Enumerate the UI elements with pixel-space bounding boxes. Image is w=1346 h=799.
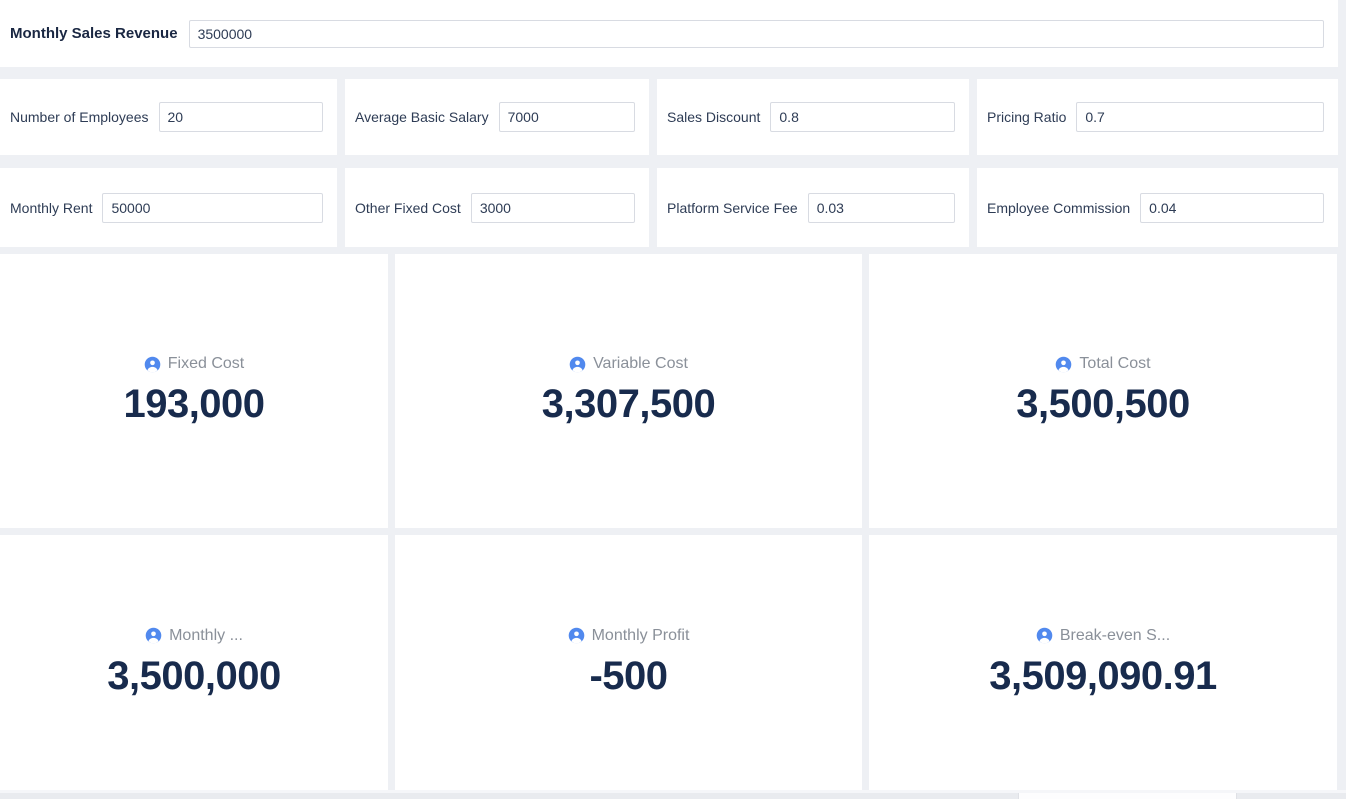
number-of-employees-label: Number of Employees (10, 109, 149, 125)
metric-head: Monthly Profit (568, 627, 690, 645)
user-icon (1036, 627, 1053, 644)
metric-head: Variable Cost (569, 355, 688, 373)
pricing-ratio-input[interactable] (1076, 102, 1324, 132)
variable-cost-metric-card: Variable Cost 3,307,500 (395, 254, 862, 528)
pricing-ratio-label: Pricing Ratio (987, 109, 1066, 125)
input-row-2: Monthly Rent Other Fixed Cost Platform S… (0, 168, 1346, 247)
number-of-employees-card: Number of Employees (0, 79, 337, 155)
metric-row-2: Monthly ... 3,500,000 Monthly Profit -50… (0, 535, 1346, 790)
monthly-rent-label: Monthly Rent (10, 200, 92, 216)
platform-service-fee-card: Platform Service Fee (657, 168, 969, 247)
monthly-sales-metric-card: Monthly ... 3,500,000 (0, 535, 388, 790)
metric-head: Monthly ... (145, 627, 243, 645)
metric-value: 3,500,000 (107, 654, 280, 699)
metric-title: Variable Cost (593, 355, 688, 373)
average-basic-salary-input[interactable] (499, 102, 635, 132)
metric-row-1: Fixed Cost 193,000 Variable Cost 3,307,5… (0, 254, 1346, 528)
user-icon (144, 356, 161, 373)
user-icon (569, 356, 586, 373)
user-icon (1055, 356, 1072, 373)
bottom-strip (0, 790, 1346, 799)
other-fixed-cost-card: Other Fixed Cost (345, 168, 649, 247)
total-cost-metric-card: Total Cost 3,500,500 (869, 254, 1337, 528)
fixed-cost-metric-card: Fixed Cost 193,000 (0, 254, 388, 528)
other-fixed-cost-label: Other Fixed Cost (355, 200, 461, 216)
metric-value: 193,000 (123, 382, 264, 427)
metric-value: 3,307,500 (542, 382, 715, 427)
metric-title: Total Cost (1079, 355, 1150, 373)
sales-discount-label: Sales Discount (667, 109, 760, 125)
other-fixed-cost-input[interactable] (471, 193, 635, 223)
monthly-rent-input[interactable] (102, 193, 323, 223)
horizontal-scrollbar-track[interactable] (0, 793, 1346, 799)
horizontal-scrollbar-thumb[interactable] (1018, 793, 1237, 799)
user-icon (568, 627, 585, 644)
metric-value: 3,500,500 (1016, 382, 1189, 427)
employee-commission-card: Employee Commission (977, 168, 1338, 247)
monthly-rent-card: Monthly Rent (0, 168, 337, 247)
metric-title: Monthly Profit (592, 627, 690, 645)
metric-head: Break-even S... (1036, 627, 1170, 645)
metric-head: Fixed Cost (144, 355, 244, 373)
sales-discount-card: Sales Discount (657, 79, 969, 155)
monthly-sales-revenue-label: Monthly Sales Revenue (10, 25, 178, 42)
metric-value: -500 (589, 654, 667, 699)
employee-commission-label: Employee Commission (987, 200, 1130, 216)
platform-service-fee-label: Platform Service Fee (667, 200, 798, 216)
metric-title: Break-even S... (1060, 627, 1170, 645)
break-even-sales-metric-card: Break-even S... 3,509,090.91 (869, 535, 1337, 790)
average-basic-salary-card: Average Basic Salary (345, 79, 649, 155)
metric-title: Fixed Cost (168, 355, 244, 373)
metric-value: 3,509,090.91 (989, 654, 1217, 699)
monthly-sales-revenue-input[interactable] (189, 20, 1324, 48)
metric-title: Monthly ... (169, 627, 243, 645)
metric-head: Total Cost (1055, 355, 1150, 373)
number-of-employees-input[interactable] (159, 102, 323, 132)
monthly-profit-metric-card: Monthly Profit -500 (395, 535, 862, 790)
pricing-ratio-card: Pricing Ratio (977, 79, 1338, 155)
sales-discount-input[interactable] (770, 102, 955, 132)
average-basic-salary-label: Average Basic Salary (355, 109, 489, 125)
platform-service-fee-input[interactable] (808, 193, 955, 223)
dashboard-page: Monthly Sales Revenue Number of Employee… (0, 0, 1346, 799)
input-row-1: Number of Employees Average Basic Salary… (0, 79, 1346, 155)
employee-commission-input[interactable] (1140, 193, 1324, 223)
monthly-sales-revenue-card: Monthly Sales Revenue (0, 0, 1338, 67)
user-icon (145, 627, 162, 644)
